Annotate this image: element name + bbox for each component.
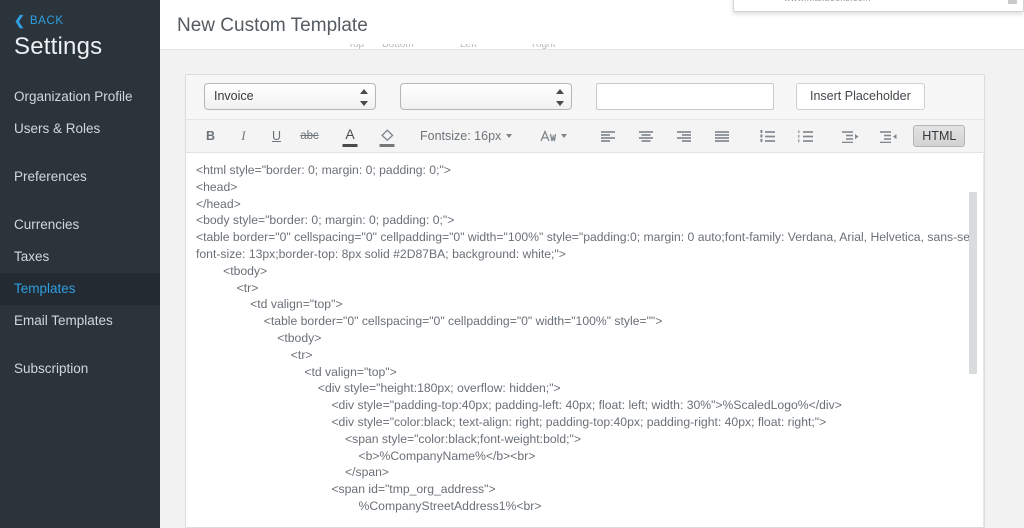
code-line: <td valign="top"> (196, 297, 343, 312)
top-partial-popup[interactable]: www.maxbooks.com (733, 0, 1024, 12)
align-left-icon[interactable] (589, 120, 627, 153)
code-line: <tbody> (196, 330, 322, 345)
html-source-code[interactable]: <html style="border: 0; margin: 0; paddi… (186, 154, 976, 527)
template-name-input[interactable] (596, 83, 774, 110)
code-line: <b>%CompanyName%</b><br> (196, 448, 536, 463)
code-line: <tr> (196, 347, 313, 362)
code-line: <tbody> (196, 263, 268, 278)
sidebar-item-taxes[interactable]: Taxes (0, 241, 160, 273)
document-type-select-value: Invoice (214, 89, 254, 103)
underline-icon-label: U (271, 129, 282, 143)
ordered-list-icon[interactable] (787, 120, 825, 153)
text-color-swatch (342, 143, 358, 147)
dropdown-caret-icon (1008, 0, 1017, 4)
code-line: <table border="0" cellspacing="0" cellpa… (196, 230, 976, 245)
sidebar-item-users-roles[interactable]: Users & Roles (0, 113, 160, 145)
settings-sidebar: ❮ BACK Settings Organization Profile User… (0, 0, 160, 528)
sidebar-item-organization-profile[interactable]: Organization Profile (0, 81, 160, 113)
code-line: <span id="tmp_org_address"> (196, 482, 496, 497)
vertical-scrollbar-thumb[interactable] (969, 192, 977, 374)
top-partial-popup-text: www.maxbooks.com (784, 0, 871, 3)
code-line: <body style="border: 0; margin: 0; paddi… (196, 213, 455, 228)
document-type-select[interactable]: Invoice (204, 83, 376, 110)
text-color-letter: A (345, 126, 355, 142)
highlight-color-icon[interactable] (368, 120, 406, 153)
sidebar-item-label: Taxes (14, 249, 50, 264)
unordered-list-icon[interactable] (749, 120, 787, 153)
html-source-button[interactable]: HTML (913, 125, 966, 147)
sidebar-item-label: Users & Roles (14, 121, 101, 136)
indent-decrease-icon[interactable] (869, 120, 907, 153)
html-source-area[interactable]: <html style="border: 0; margin: 0; paddi… (186, 153, 984, 527)
sidebar-item-label: Organization Profile (14, 89, 133, 104)
chevron-down-icon (561, 134, 568, 138)
sidebar-item-preferences[interactable]: Preferences (0, 161, 160, 193)
italic-icon-label: I (241, 128, 246, 143)
fontsize-label: Fontsize: 16px (420, 129, 502, 143)
template-variant-select[interactable] (400, 83, 572, 110)
stepper-updown-icon (555, 89, 564, 106)
html-button-label: HTML (922, 129, 957, 143)
strikethrough-icon[interactable]: abc (293, 120, 326, 153)
bold-icon-label: B (205, 129, 216, 143)
back-link[interactable]: ❮ BACK (0, 0, 160, 27)
sidebar-item-currencies[interactable]: Currencies (0, 209, 160, 241)
template-editor-panel: Invoice Insert Placeholder B I Uabc A Fontsi… (185, 74, 985, 528)
code-line: </head> (196, 196, 241, 211)
insert-placeholder-button[interactable]: Insert Placeholder (796, 83, 925, 110)
back-link-label: BACK (29, 14, 64, 27)
sidebar-title: Settings (14, 33, 103, 60)
code-line: <div style="height:180px; overflow: hidd… (196, 381, 561, 396)
code-line: </span> (196, 465, 390, 480)
strikethrough-icon-label: abc (300, 130, 319, 142)
code-line: <head> (196, 179, 238, 194)
indent-increase-icon[interactable] (831, 120, 869, 153)
code-line: %CompanyStreetAddress1%<br> (196, 498, 542, 513)
sidebar-item-label: Templates (14, 281, 76, 296)
text-color-icon[interactable]: A (332, 120, 368, 153)
sidebar-item-label: Currencies (14, 217, 80, 232)
code-line: <span style="color:black;font-weight:bol… (196, 431, 581, 446)
page-title: New Custom Template (177, 15, 368, 36)
code-line: <td valign="top"> (196, 364, 397, 379)
underline-icon[interactable]: U (260, 120, 293, 153)
highlight-color-swatch (379, 143, 395, 147)
editor-toolbar-format: B I Uabc A Fontsize: 16px HTML (186, 120, 984, 153)
code-line: <div style="color:black; text-align: rig… (196, 414, 827, 429)
align-right-icon[interactable] (665, 120, 703, 153)
sidebar-item-templates[interactable]: Templates (0, 273, 160, 305)
app-root: ❮ BACK Settings Organization Profile User… (0, 0, 1024, 528)
sidebar-item-label: Email Templates (14, 313, 113, 328)
sidebar-item-label: Preferences (14, 169, 87, 184)
sidebar-item-subscription[interactable]: Subscription (0, 353, 160, 385)
sidebar-item-email-templates[interactable]: Email Templates (0, 305, 160, 337)
stepper-updown-icon (359, 89, 368, 106)
fontsize-dropdown[interactable]: Fontsize: 16px (412, 120, 520, 153)
sidebar-nav: Organization Profile Users & Roles Prefere… (0, 81, 160, 385)
code-line: <table border="0" cellspacing="0" cellpa… (196, 314, 663, 329)
fontfamily-dropdown[interactable] (532, 120, 575, 153)
code-line: font-size: 13px;border-top: 8px solid #2… (196, 246, 566, 261)
code-line: <html style="border: 0; margin: 0; paddi… (196, 163, 451, 177)
align-center-icon[interactable] (627, 120, 665, 153)
editor-toolbar-top: Invoice Insert Placeholder (186, 75, 984, 120)
panel-right-edge (983, 154, 984, 527)
chevron-left-icon: ❮ (14, 13, 25, 28)
main-content: New Custom Template Top Bottom Left Right I… (160, 0, 1024, 528)
vertical-scrollbar[interactable] (969, 154, 977, 527)
code-line: <div style="padding-top:40px; padding-le… (196, 398, 842, 413)
chevron-down-icon (506, 134, 513, 138)
sidebar-item-label: Subscription (14, 361, 89, 376)
bold-icon[interactable]: B (194, 120, 227, 153)
italic-icon[interactable]: I (227, 120, 260, 153)
code-line: <tr> (196, 280, 259, 295)
align-justify-icon[interactable] (703, 120, 741, 153)
